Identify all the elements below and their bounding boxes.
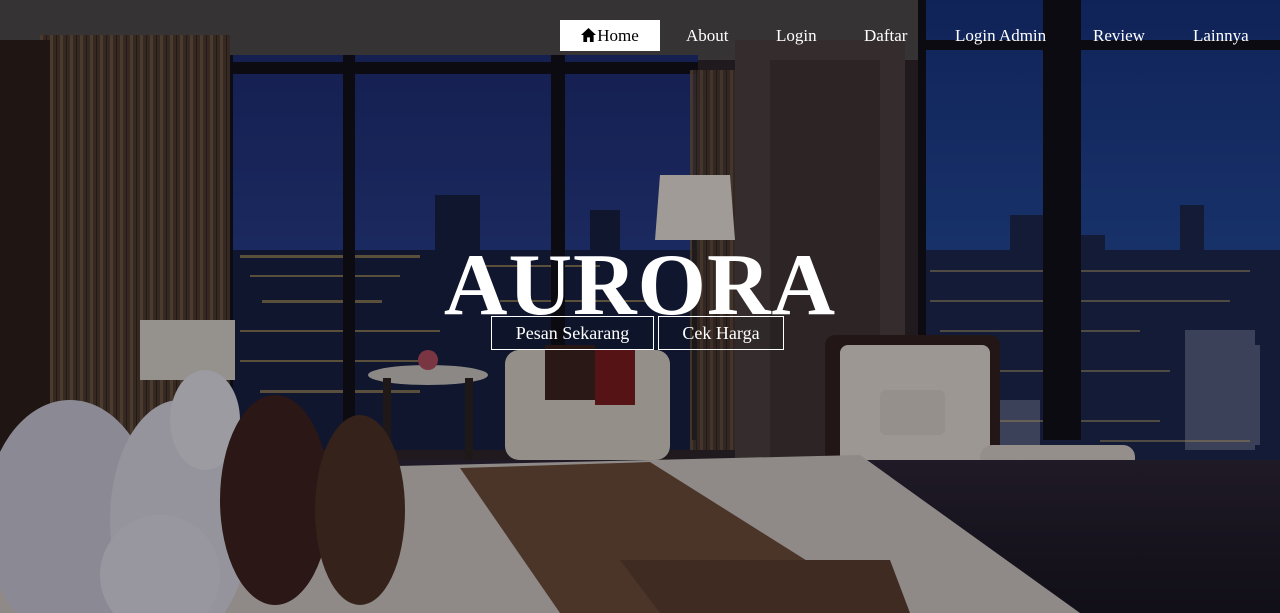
nav-login-admin-link[interactable]: Login Admin [955, 20, 1046, 51]
nav-review-link[interactable]: Review [1093, 20, 1145, 51]
home-icon [581, 28, 597, 42]
cek-harga-button[interactable]: Cek Harga [658, 316, 784, 350]
hero-section: Home About Login Daftar Login Admin Revi… [0, 0, 1280, 613]
nav-about-link[interactable]: About [686, 20, 729, 51]
nav-daftar-link[interactable]: Daftar [864, 20, 907, 51]
nav-home-link[interactable]: Home [560, 20, 660, 51]
nav-home-label: Home [597, 26, 639, 45]
pesan-sekarang-button[interactable]: Pesan Sekarang [491, 316, 654, 350]
top-navigation: Home About Login Daftar Login Admin Revi… [0, 0, 1280, 72]
nav-login-link[interactable]: Login [776, 20, 817, 51]
nav-lainnya-link[interactable]: Lainnya [1193, 20, 1249, 51]
